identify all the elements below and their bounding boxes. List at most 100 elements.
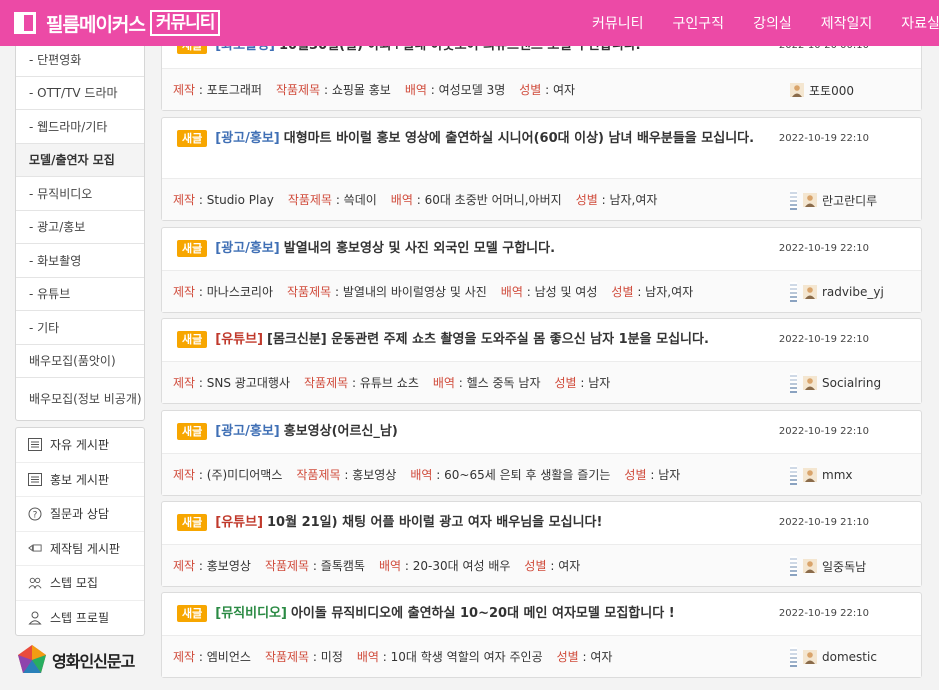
post-card[interactable]: 새글 [유튜브] 10월 21일) 채팅 어플 바이럴 광고 여자 배우님을 모십…: [161, 501, 922, 587]
main-nav: 커뮤니티 구인구직 강의실 제작일지 자료실: [592, 0, 939, 46]
submenu-ott-drama[interactable]: - OTT/TV 드라마: [16, 77, 144, 110]
submenu-model-casting[interactable]: 모델/출연자 모집: [16, 143, 144, 177]
post-author[interactable]: mmx: [790, 454, 852, 496]
sponsor-logo-icon: [18, 645, 46, 673]
people-icon: [28, 576, 42, 590]
new-badge: 새글: [177, 605, 208, 622]
new-badge: 새글: [177, 331, 208, 348]
post-title-text: 발열내의 홍보영상 및 사진 외국인 모델 구합니다.: [283, 241, 556, 256]
list-icon: [28, 472, 42, 486]
meta-producer-key: 제작: [173, 285, 196, 299]
meta-producer-key: 제작: [173, 83, 196, 97]
submenu-etc[interactable]: - 기타: [16, 311, 144, 345]
nav-community[interactable]: 커뮤니티: [592, 13, 644, 33]
meta-gender-key: 성별: [575, 193, 598, 207]
board-staff-recruit[interactable]: 스텝 모집: [16, 566, 144, 601]
meta-work-key: 작품제목: [304, 376, 349, 390]
new-badge: 새글: [177, 423, 208, 440]
meta-role-key: 배역: [356, 650, 379, 664]
meta-work-key: 작품제목: [264, 650, 310, 664]
meta-role: 60~65세 은퇴 후 생활을 즐기는: [444, 468, 611, 482]
post-card[interactable]: 새글 [광고/홍보] 대형마트 바이럴 홍보 영상에 출연하실 시니어(60대 이…: [161, 117, 922, 221]
post-author[interactable]: radvibe_yj: [790, 271, 884, 313]
post-card[interactable]: 새글 [뮤직비디오] 아이돌 뮤직비디오에 출연하실 10~20대 메인 여자모델…: [161, 592, 922, 678]
nav-archive[interactable]: 자료실: [901, 13, 939, 33]
post-title-text: 10월 21일) 채팅 어플 바이럴 광고 여자 배우님을 모십니다!: [267, 515, 603, 530]
post-author[interactable]: Socialring: [790, 362, 881, 404]
sponsor-banner[interactable]: 영화인신문고: [15, 642, 145, 678]
meta-producer-key: 제작: [173, 193, 196, 207]
meta-gender-key: 성별: [556, 650, 579, 664]
level-bar-icon: [790, 647, 797, 667]
meta-work: 쓱데이: [343, 193, 377, 207]
post-author[interactable]: 란고란디루: [790, 179, 877, 221]
submenu-short-film[interactable]: - 단편영화: [16, 43, 144, 77]
post-card[interactable]: 새글 [광고/홍보] 발열내의 홍보영상 및 사진 외국인 모델 구합니다. 20…: [161, 227, 922, 313]
post-title[interactable]: [유튜브] 10월 21일) 채팅 어플 바이럴 광고 여자 배우님을 모십니다!: [215, 512, 602, 533]
meta-producer: (주)미디어맥스: [206, 468, 283, 482]
user-avatar-icon: [803, 376, 817, 390]
post-author[interactable]: 일중독남: [790, 545, 866, 587]
post-card[interactable]: 새글 [광고/홍보] 홍보영상(어르신_남) 2022-10-19 22:10 제…: [161, 410, 922, 496]
level-bar-icon: [790, 373, 797, 393]
post-header: 새글 [광고/홍보] 발열내의 홍보영상 및 사진 외국인 모델 구합니다. 20…: [162, 228, 921, 259]
user-avatar-icon: [803, 193, 817, 207]
meta-role-key: 배역: [410, 468, 433, 482]
post-title[interactable]: [광고/홍보] 발열내의 홍보영상 및 사진 외국인 모델 구합니다.: [215, 238, 555, 259]
author-name: domestic: [822, 650, 877, 664]
submenu-photoshoot[interactable]: - 화보촬영: [16, 244, 144, 278]
meta-producer-key: 제작: [173, 468, 196, 482]
post-category: [광고/홍보]: [215, 241, 280, 256]
post-date: 2022-10-19 22:10: [778, 608, 869, 619]
meta-role-key: 배역: [500, 285, 523, 299]
post-meta: 제작 : 홍보영상 작품제목 : 즐톡캠톡 배역 : 20-30대 여성 배우 …: [162, 544, 921, 586]
post-title[interactable]: [뮤직비디오] 아이돌 뮤직비디오에 출연하실 10~20대 메인 여자모델 모집…: [215, 603, 674, 624]
meta-work: 쇼핑몰 홍보: [331, 83, 391, 97]
meta-producer-key: 제작: [173, 650, 196, 664]
post-title[interactable]: [유튜브] [몸크신분] 운동관련 주제 쇼츠 촬영을 도와주실 몸 좋으신 남자…: [215, 329, 709, 350]
meta-producer: 포토그래퍼: [206, 83, 262, 97]
submenu-advertising[interactable]: - 광고/홍보: [16, 211, 144, 244]
submenu-web-drama[interactable]: - 웹드라마/기타: [16, 110, 144, 144]
meta-gender: 여자: [558, 559, 581, 573]
meta-role: 남성 및 여성: [534, 285, 598, 299]
meta-work: 즐톡캠톡: [320, 559, 365, 573]
site-logo[interactable]: 필름메이커스 커뮤니티: [14, 10, 221, 37]
level-bar-icon: [790, 465, 797, 485]
post-header: 새글 [유튜브] 10월 21일) 채팅 어플 바이럴 광고 여자 배우님을 모십…: [162, 502, 921, 533]
board-free[interactable]: 자유 게시판: [16, 428, 144, 463]
post-author[interactable]: domestic: [790, 636, 877, 678]
nav-lecture[interactable]: 강의실: [753, 13, 792, 33]
meta-work-key: 작품제목: [287, 193, 332, 207]
post-author[interactable]: 포토000: [790, 69, 854, 111]
submenu-actor-exchange[interactable]: 배우모집(품앗이): [16, 345, 144, 378]
submenu-actor-private[interactable]: 배우모집(정보 비공개): [16, 378, 144, 420]
left-sidebar: - 단편영화 - OTT/TV 드라마 - 웹드라마/기타 모델/출연자 모집 …: [15, 30, 145, 678]
nav-jobs[interactable]: 구인구직: [673, 13, 725, 33]
post-header: 새글 [광고/홍보] 홍보영상(어르신_남) 2022-10-19 22:10: [162, 411, 921, 442]
meta-work: 홍보영상: [352, 468, 397, 482]
post-meta: 제작 : 포토그래퍼 작품제목 : 쇼핑몰 홍보 배역 : 여성모델 3명 성별…: [162, 68, 921, 110]
meta-producer: Studio Play: [206, 192, 274, 207]
post-header: 새글 [뮤직비디오] 아이돌 뮤직비디오에 출연하실 10~20대 메인 여자모델…: [162, 593, 921, 624]
board-staff-profile-label: 스텝 프로필: [50, 611, 110, 626]
meta-role-key: 배역: [432, 376, 455, 390]
post-category: [광고/홍보]: [215, 424, 280, 439]
post-card[interactable]: 새글 [유튜브] [몸크신분] 운동관련 주제 쇼츠 촬영을 도와주실 몸 좋으신…: [161, 318, 922, 404]
meta-role: 헬스 중독 남자: [466, 376, 541, 390]
post-category: [광고/홍보]: [215, 131, 280, 146]
board-promo[interactable]: 홍보 게시판: [16, 463, 144, 497]
submenu-music-video[interactable]: - 뮤직비디오: [16, 177, 144, 211]
post-title[interactable]: [광고/홍보] 홍보영상(어르신_남): [215, 421, 398, 442]
board-staff-profile[interactable]: 스텝 프로필: [16, 601, 144, 636]
category-submenu: - 단편영화 - OTT/TV 드라마 - 웹드라마/기타 모델/출연자 모집 …: [15, 30, 145, 421]
nav-production-log[interactable]: 제작일지: [821, 13, 873, 33]
post-title[interactable]: [광고/홍보] 대형마트 바이럴 홍보 영상에 출연하실 시니어(60대 이상) …: [215, 128, 754, 149]
board-qna[interactable]: ? 질문과 상담: [16, 497, 144, 532]
post-date: 2022-10-19 22:10: [778, 426, 869, 437]
logo-text: 필름메이커스: [46, 13, 146, 36]
board-production-team[interactable]: 제작팀 게시판: [16, 532, 144, 566]
board-free-label: 자유 게시판: [50, 438, 110, 453]
meta-role: 10대 학생 역할의 여자 주인공: [390, 650, 543, 664]
submenu-youtube[interactable]: - 유튜브: [16, 278, 144, 311]
